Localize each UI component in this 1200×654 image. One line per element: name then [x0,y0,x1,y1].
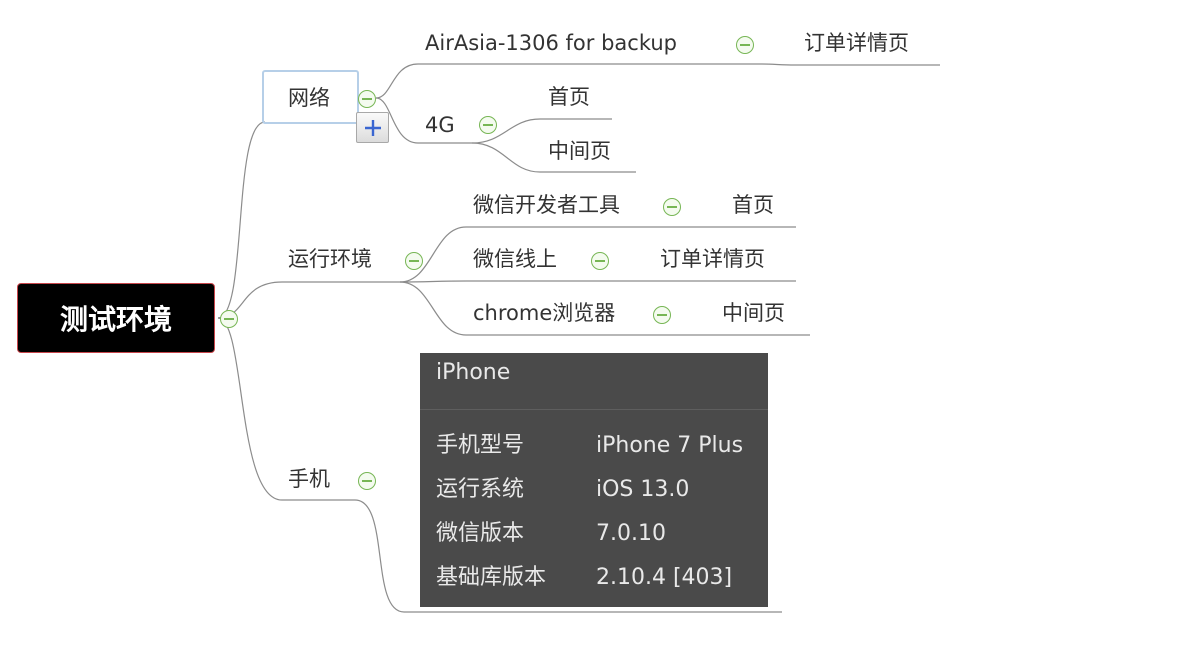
topic-4g-middle[interactable]: 中间页 [548,137,611,165]
root-node[interactable]: 测试环境 [17,283,215,353]
note-row-key: 微信版本 [436,521,525,546]
branch-network[interactable]: 网络 [288,84,330,112]
collapse-devtools-icon[interactable] [663,198,681,216]
connector-runtime-chrome [399,281,467,336]
topic-chrome-middle-label: 中间页 [722,301,785,325]
note-row-value: iOS 13.0 [596,477,690,502]
note-row-key: 手机型号 [436,433,525,458]
topic-4g[interactable]: 4G [425,111,455,139]
collapse-phone-icon[interactable] [358,472,376,490]
note-row-value: iPhone 7 Plus [596,433,744,458]
branch-phone[interactable]: 手机 [288,465,330,493]
topic-4g-middle-label: 中间页 [548,139,611,163]
root-label: 测试环境 [59,303,172,336]
topic-devtools[interactable]: 微信开发者工具 [473,191,620,219]
collapse-online-icon[interactable] [591,252,609,270]
collapse-4g-icon[interactable] [479,116,497,134]
topic-airasia-detail[interactable]: 订单详情页 [804,29,909,57]
note-row: 运行系统 iOS 13.0 [436,476,689,504]
add-topic-button[interactable] [356,112,389,143]
note-row-key: 基础库版本 [436,565,547,590]
note-title: iPhone [436,360,511,385]
topic-4g-home[interactable]: 首页 [548,83,590,111]
topic-chrome-label: chrome浏览器 [473,301,616,325]
connector-airasia-detail [759,63,796,66]
note-row-value: 7.0.10 [596,521,666,546]
topic-devtools-label: 微信开发者工具 [473,193,620,217]
topic-devtools-home[interactable]: 首页 [732,191,774,219]
topic-airasia-label: AirAsia-1306 for backup [425,31,677,55]
note-row: 基础库版本 2.10.4 [403] [436,564,732,592]
connector-root-network [217,121,266,319]
collapse-runtime-icon[interactable] [405,252,423,270]
topic-devtools-home-label: 首页 [732,193,774,217]
topic-4g-label: 4G [425,113,455,137]
connector-4g-middle [471,142,541,173]
note-row-key: 运行系统 [436,477,525,502]
connector-phone-note [354,499,405,613]
collapse-root-icon[interactable] [220,310,238,328]
topic-online-detail[interactable]: 订单详情页 [660,245,765,273]
topic-airasia[interactable]: AirAsia-1306 for backup [425,29,677,57]
connector-runtime-online [399,280,467,283]
note-divider [420,409,768,410]
note-row-value: 2.10.4 [403] [596,565,733,590]
topic-chrome-middle[interactable]: 中间页 [722,299,785,327]
topic-chrome[interactable]: chrome浏览器 [473,299,615,327]
collapse-network-icon[interactable] [358,90,376,108]
connector-network-airasia [375,63,419,99]
branch-runtime[interactable]: 运行环境 [288,245,372,273]
topic-online-detail-label: 订单详情页 [660,247,765,271]
topic-online[interactable]: 微信线上 [473,245,557,273]
topic-4g-home-label: 首页 [548,85,590,109]
connector-root-phone [217,317,283,501]
branch-runtime-label: 运行环境 [288,247,372,271]
branch-network-label: 网络 [288,86,330,110]
topic-online-label: 微信线上 [473,247,557,271]
note-row: 微信版本 7.0.10 [436,520,666,548]
collapse-chrome-icon[interactable] [653,306,671,324]
phone-note-card[interactable]: iPhone 手机型号 iPhone 7 Plus 运行系统 iOS 13.0 微信… [420,353,768,607]
plus-icon [364,119,381,136]
note-row: 手机型号 iPhone 7 Plus [436,432,743,460]
branch-phone-label: 手机 [288,467,330,491]
topic-airasia-detail-label: 订单详情页 [804,31,909,55]
collapse-airasia-icon[interactable] [736,36,754,54]
